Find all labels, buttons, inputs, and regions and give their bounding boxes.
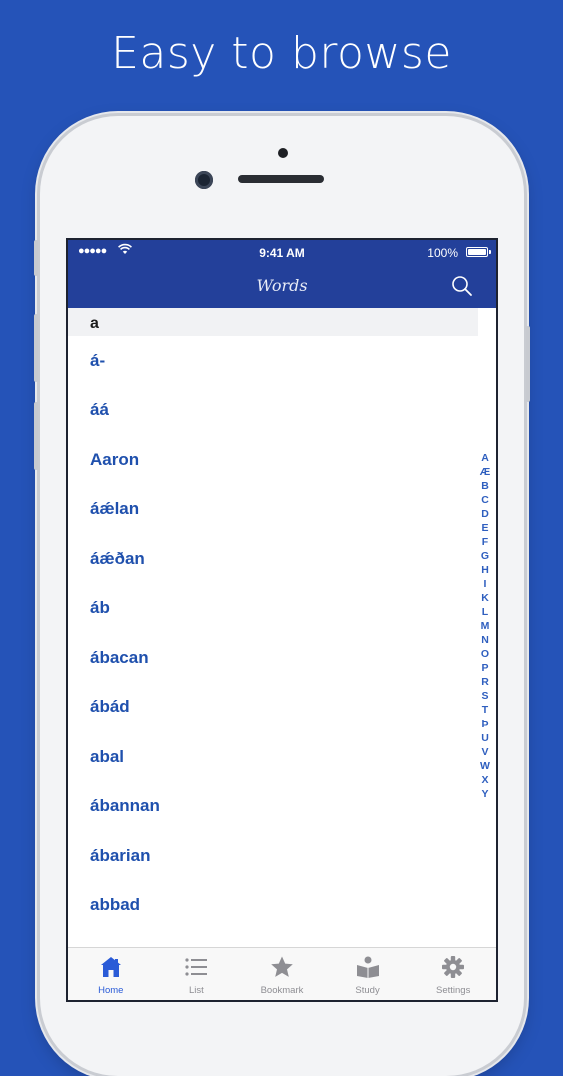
index-letter[interactable]: U xyxy=(481,731,489,745)
word-list-item[interactable]: abal xyxy=(68,732,478,782)
list-icon xyxy=(183,955,209,985)
tab-bookmark[interactable]: Bookmark xyxy=(239,948,325,1000)
word-list-item[interactable]: ábád xyxy=(68,683,478,733)
navigation-bar: ●●●●● 9:41 AM 100% Words xyxy=(68,240,496,308)
power-button xyxy=(526,326,530,402)
word-list-item[interactable]: áǽðan xyxy=(68,534,478,584)
battery-percent: 100% xyxy=(427,246,458,260)
index-letter[interactable]: D xyxy=(481,507,489,521)
index-letter[interactable]: O xyxy=(481,647,489,661)
word-list-item[interactable]: ábannan xyxy=(68,782,478,832)
index-letter[interactable]: P xyxy=(481,661,488,675)
index-letter[interactable]: V xyxy=(481,745,488,759)
index-letter[interactable]: F xyxy=(482,535,488,549)
nav-title: Words xyxy=(256,276,308,295)
index-letter[interactable]: R xyxy=(481,675,489,689)
volume-up-button xyxy=(34,314,38,382)
index-letter[interactable]: N xyxy=(481,633,489,647)
volume-down-button xyxy=(34,402,38,470)
index-letter[interactable]: G xyxy=(481,549,489,563)
word-list-item[interactable]: ábacan xyxy=(68,633,478,683)
index-letter[interactable]: B xyxy=(481,479,489,493)
home-icon xyxy=(98,955,124,985)
tab-list[interactable]: List xyxy=(154,948,240,1000)
index-letter[interactable]: Y xyxy=(481,787,488,801)
word-list-item[interactable]: á- xyxy=(68,336,478,386)
search-icon xyxy=(452,276,472,296)
mute-switch xyxy=(34,240,38,276)
word-list-item[interactable]: áá xyxy=(68,386,478,436)
front-camera xyxy=(195,171,213,189)
index-letter[interactable]: M xyxy=(481,619,490,633)
proximity-sensor xyxy=(278,148,288,158)
tab-bar: Home List Bookmark Study Settings xyxy=(68,947,496,1000)
index-letter[interactable]: Æ xyxy=(480,465,491,479)
tab-label: Home xyxy=(98,985,124,996)
word-list-item[interactable]: Aaron xyxy=(68,435,478,485)
index-letter[interactable]: Þ xyxy=(481,717,488,731)
earpiece-speaker xyxy=(238,175,324,183)
status-bar: ●●●●● 9:41 AM 100% xyxy=(68,240,496,264)
word-list-item[interactable]: ábarian xyxy=(68,831,478,881)
section-header: a xyxy=(68,308,478,336)
index-letter[interactable]: I xyxy=(484,577,487,591)
index-letter[interactable]: S xyxy=(481,689,488,703)
star-icon xyxy=(269,955,295,985)
word-list: á-áá Aaron áǽlan áǽðan áb ábacan ábád abal ábann… xyxy=(68,336,478,930)
tab-label: List xyxy=(188,985,204,996)
word-list-item[interactable]: áǽlan xyxy=(68,485,478,535)
tab-label: Bookmark xyxy=(260,985,304,996)
tab-settings[interactable]: Settings xyxy=(410,948,496,1000)
tab-label: Study xyxy=(355,985,380,996)
word-list-item[interactable]: áb xyxy=(68,584,478,634)
word-list-item[interactable]: abbad xyxy=(68,881,478,931)
study-book-icon xyxy=(355,955,381,985)
index-letter[interactable]: A xyxy=(481,451,489,465)
search-button[interactable] xyxy=(450,274,474,298)
gear-icon xyxy=(440,955,466,985)
phone-frame: ●●●●● 9:41 AM 100% Words a á-áá Aaron áǽla… xyxy=(34,116,530,1076)
index-letter[interactable]: X xyxy=(481,773,488,787)
index-letter[interactable]: W xyxy=(480,759,490,773)
index-letter[interactable]: E xyxy=(481,521,488,535)
index-letter[interactable]: H xyxy=(481,563,489,577)
index-letter[interactable]: C xyxy=(481,493,489,507)
battery-icon xyxy=(466,247,491,257)
index-letter[interactable]: L xyxy=(482,605,488,619)
promo-headline: Easy to browse xyxy=(111,28,452,79)
app-screen: ●●●●● 9:41 AM 100% Words a á-áá Aaron áǽla… xyxy=(68,240,496,1000)
tab-home[interactable]: Home xyxy=(68,948,154,1000)
tab-label: Settings xyxy=(436,985,471,996)
index-letter[interactable]: T xyxy=(482,703,488,717)
index-letter[interactable]: K xyxy=(481,591,489,605)
alphabet-index[interactable]: AÆBCDEFGHIKLMNOPRSTÞUVWXY xyxy=(478,451,492,801)
tab-study[interactable]: Study xyxy=(325,948,411,1000)
